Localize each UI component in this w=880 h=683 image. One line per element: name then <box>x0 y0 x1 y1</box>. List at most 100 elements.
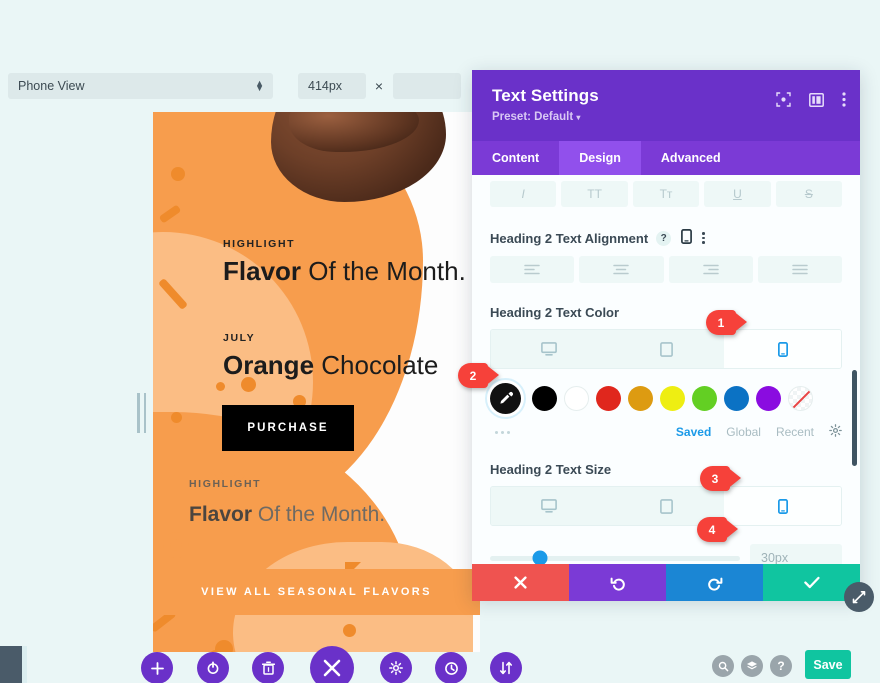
text-size-slider-knob[interactable] <box>532 550 548 564</box>
focus-target-icon[interactable] <box>776 92 791 107</box>
cancel-button[interactable] <box>472 564 569 601</box>
swatch-green[interactable] <box>692 386 717 411</box>
alignment-label-text: Heading 2 Text Alignment <box>490 230 649 246</box>
swatch-yellow[interactable] <box>660 386 685 411</box>
modal-footer <box>472 564 860 601</box>
redo-button[interactable] <box>666 564 763 601</box>
viewport-mode-select[interactable]: Phone View ▲ ▼ <box>8 73 273 99</box>
view-all-seasonal-flavors-button[interactable]: VIEW ALL SEASONAL FLAVORS <box>153 569 480 615</box>
tab-design[interactable]: Design <box>559 141 641 175</box>
align-center-button[interactable] <box>579 256 664 283</box>
secondary-eyebrow: HIGHLIGHT <box>189 478 262 490</box>
modal-body: I TT Tт U S Heading 2 Text Alignment ? H… <box>472 175 860 564</box>
smallcaps-button[interactable]: Tт <box>632 181 700 207</box>
strikethrough-button[interactable]: S <box>775 181 843 207</box>
text-size-value-field[interactable]: 30px <box>750 544 842 564</box>
hero-subeyebrow: JULY <box>223 332 256 344</box>
undo-button[interactable] <box>569 564 666 601</box>
text-size-device-toggle <box>490 486 842 526</box>
swatch-red[interactable] <box>596 386 621 411</box>
search-icon[interactable] <box>712 655 734 677</box>
modal-header: Text Settings Preset: Default ▾ <box>472 70 860 141</box>
kebab-menu-icon[interactable] <box>842 92 846 107</box>
text-color-phone-device[interactable] <box>724 330 841 368</box>
color-tab-saved[interactable]: Saved <box>676 425 711 439</box>
kebab-menu-icon[interactable] <box>702 232 705 244</box>
text-size-slider-row: 30px <box>490 544 842 564</box>
help-icon[interactable]: ? <box>770 655 792 677</box>
secondary-heading-rest: Of the Month. <box>257 503 386 526</box>
text-size-field-label: Heading 2 Text Size <box>490 462 612 477</box>
save-page-button[interactable]: Save <box>805 650 851 679</box>
color-tab-global[interactable]: Global <box>726 425 761 439</box>
italic-button[interactable]: I <box>490 181 557 207</box>
viewport-width-value: 414px <box>308 79 343 93</box>
add-module-button[interactable] <box>141 652 173 683</box>
alignment-label-icons: ? <box>656 229 705 247</box>
swatch-blue[interactable] <box>724 386 749 411</box>
trash-button[interactable] <box>252 652 284 683</box>
modal-preset-label: Preset: Default <box>492 111 574 123</box>
align-justify-button[interactable] <box>757 256 842 283</box>
preview-resize-handle[interactable] <box>135 392 148 434</box>
hero-heading-bold: Flavor <box>223 256 302 286</box>
hero-heading: Flavor Of the Month. <box>223 256 473 288</box>
sort-button[interactable] <box>490 652 522 683</box>
callout-badge-2: 2 <box>458 363 499 388</box>
tab-content[interactable]: Content <box>472 141 559 175</box>
uppercase-button[interactable]: TT <box>561 181 628 207</box>
layout-split-icon[interactable] <box>809 92 824 107</box>
hero-eyebrow: HIGHLIGHT <box>223 238 296 250</box>
underline-button[interactable]: U <box>704 181 771 207</box>
alignment-options <box>490 256 842 283</box>
viewport-height-input[interactable] <box>393 73 461 99</box>
hero-flavor-bold: Orange <box>223 350 315 380</box>
callout-badge-1: 1 <box>706 310 747 335</box>
chevron-down-icon: ▾ <box>576 113 581 122</box>
color-swatch-meta: Saved Global Recent <box>490 424 842 440</box>
purchase-button[interactable]: PURCHASE <box>222 405 354 451</box>
sidebar-edge-light <box>22 646 27 683</box>
swatch-white[interactable] <box>564 386 589 411</box>
secondary-heading-bold: Flavor <box>189 503 253 526</box>
color-tab-recent[interactable]: Recent <box>776 425 814 439</box>
sidebar-edge-dark <box>0 646 22 683</box>
align-right-button[interactable] <box>668 256 753 283</box>
swatch-transparent[interactable] <box>788 386 813 411</box>
chevron-updown-icon: ▲ ▼ <box>255 78 264 93</box>
text-size-desktop-device[interactable] <box>491 487 608 525</box>
gear-icon[interactable] <box>829 424 842 440</box>
viewport-mode-value: Phone View <box>18 79 85 93</box>
swatch-black[interactable] <box>532 386 557 411</box>
modal-resize-grip[interactable] <box>844 582 874 612</box>
help-icon[interactable]: ? <box>656 230 672 246</box>
more-colors-icon[interactable] <box>490 430 510 434</box>
hero-flavor: Orange Chocolate <box>223 350 480 382</box>
swatch-purple[interactable] <box>756 386 781 411</box>
modal-preset-selector[interactable]: Preset: Default ▾ <box>492 111 840 123</box>
modal-scrollbar[interactable] <box>852 370 857 466</box>
text-color-desktop-device[interactable] <box>491 330 608 368</box>
settings-button[interactable] <box>380 652 412 683</box>
callout-badge-4: 4 <box>697 517 738 542</box>
text-size-phone-device[interactable] <box>724 487 841 525</box>
layers-icon[interactable] <box>741 655 763 677</box>
text-color-tablet-device[interactable] <box>607 330 725 368</box>
responsive-phone-icon[interactable] <box>681 229 693 247</box>
callout-badge-3: 3 <box>700 466 741 491</box>
tab-advanced[interactable]: Advanced <box>641 141 741 175</box>
dimension-separator: × <box>374 78 384 94</box>
secondary-heading: Flavor Of the Month. <box>189 502 479 527</box>
text-size-slider[interactable] <box>490 550 740 564</box>
swatch-orange[interactable] <box>628 386 653 411</box>
hero-flavor-rest: Chocolate <box>321 350 439 380</box>
text-format-buttons: I TT Tт U S <box>490 175 843 207</box>
app-root: Phone View ▲ ▼ 414px × HIGHLIGHT Flavor … <box>0 0 880 683</box>
text-color-field-label: Heading 2 Text Color <box>490 305 620 320</box>
color-swatch-row <box>490 383 842 414</box>
viewport-width-input[interactable]: 414px <box>298 73 366 99</box>
toggle-builder-button[interactable] <box>197 652 229 683</box>
history-button[interactable] <box>435 652 467 683</box>
close-builder-button[interactable] <box>310 646 354 683</box>
align-left-button[interactable] <box>490 256 575 283</box>
